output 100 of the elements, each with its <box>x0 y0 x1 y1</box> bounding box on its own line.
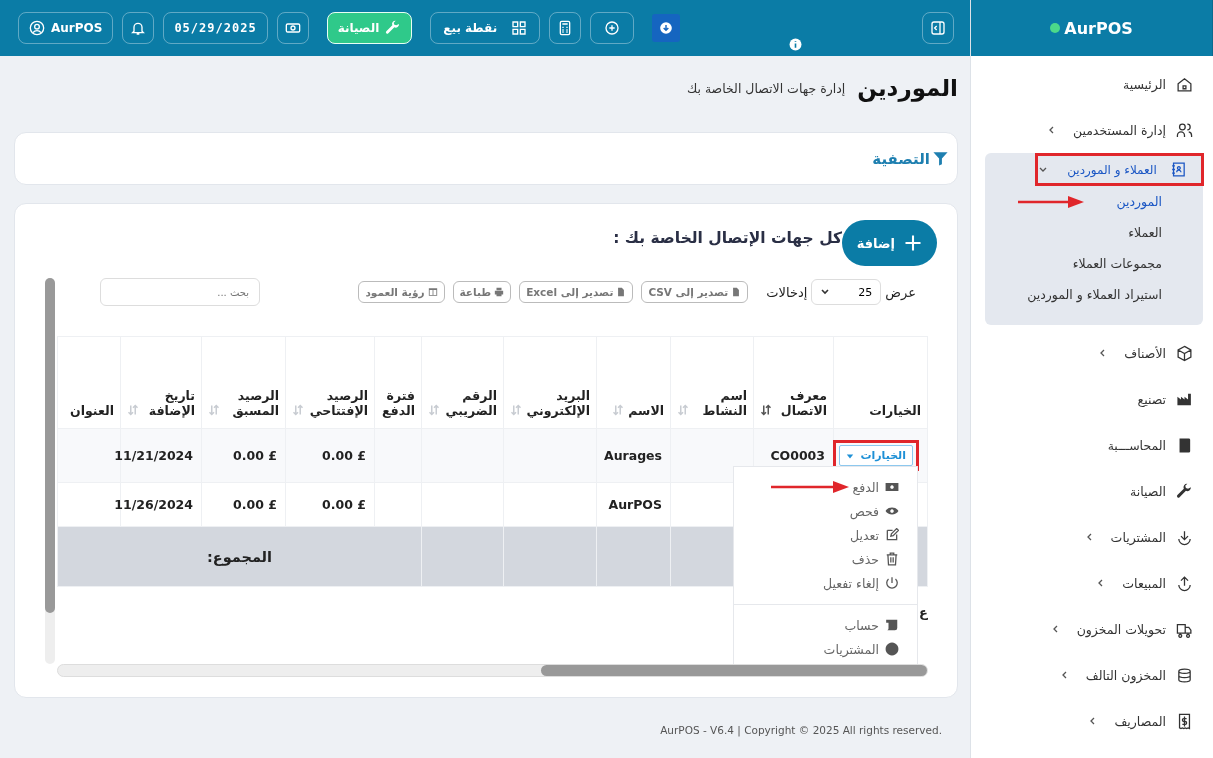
box-icon <box>1176 344 1193 362</box>
menu-item[interactable]: إلغاء تفعيل <box>822 575 899 591</box>
sidebar-item[interactable]: المحاســـبة <box>971 422 1213 468</box>
table-cell: 11/26/2024 <box>114 497 193 512</box>
submenu-item[interactable]: مجموعات العملاء <box>1072 256 1162 271</box>
table-cell: Aurages <box>603 448 662 463</box>
table-cell: AurPOS <box>608 497 662 512</box>
copyright-text: AurPOS - V6.4 | Copyright © 2025 All rights reserved. <box>660 724 942 736</box>
export-button[interactable]: تصدير إلى CSV <box>641 281 749 303</box>
column-header[interactable]: الرصيد الإفتتاحي <box>285 336 375 429</box>
column-header: العنوان <box>57 336 121 429</box>
filter-icon <box>932 150 949 167</box>
menu-item[interactable]: المشتريات <box>823 641 899 657</box>
sidebar-item[interactable]: المصاريف <box>971 698 1213 744</box>
menu-item[interactable]: حذف <box>851 551 899 567</box>
plus-circle-icon <box>604 20 621 36</box>
sidebar-item[interactable]: إدارة المستخدمين <box>971 107 1213 153</box>
column-header[interactable]: الرقم الضريبي <box>421 336 504 429</box>
column-header: الخيارات <box>833 336 928 429</box>
export-button[interactable]: تصدير إلى Excel <box>519 281 634 303</box>
sidebar-item[interactable]: تصنيع <box>971 376 1213 422</box>
menu-item[interactable]: تعديل <box>849 527 899 543</box>
submenu-item[interactable]: الموردين <box>1092 188 1162 215</box>
filter-toggle[interactable]: التصفية <box>872 149 949 168</box>
total-label: المجموع: <box>206 548 273 565</box>
column-header[interactable]: معرف الاتصال <box>753 336 834 429</box>
submenu-item[interactable]: العملاء <box>1128 225 1162 240</box>
sidebar-item[interactable]: الصيانة <box>971 468 1213 514</box>
sidebar-item[interactable]: المخزون التالف <box>971 652 1213 698</box>
wrench-icon <box>385 20 402 36</box>
caret-icon <box>846 451 855 460</box>
status-dot-icon <box>1050 23 1061 33</box>
brand-name: AurPOS <box>1064 18 1133 38</box>
calculator-button[interactable] <box>549 12 582 44</box>
home-icon <box>1176 75 1193 93</box>
download-button[interactable] <box>652 14 681 42</box>
sidebar-item[interactable]: تحويلات المخزون <box>971 606 1213 652</box>
sidebar-toggle-button[interactable] <box>922 12 954 44</box>
notification-button[interactable] <box>122 12 155 44</box>
grid-icon <box>511 20 528 36</box>
file-icon <box>616 287 627 297</box>
sidebar-item[interactable]: المبيعات <box>971 560 1213 606</box>
entries-label: ع <box>919 605 928 620</box>
column-header[interactable]: الرصيد المسبق <box>201 336 286 429</box>
column-header[interactable]: تاريخ الإضافة <box>120 336 202 429</box>
table-cell: 0.00 £ <box>322 448 366 463</box>
sidebar-item[interactable]: الأصناف <box>971 330 1213 376</box>
upload-icon <box>1176 574 1193 592</box>
entries-label: إدخالات <box>766 284 808 300</box>
column-header[interactable]: البريد الإلكتروني <box>503 336 597 429</box>
sort-icon <box>127 404 139 416</box>
user-icon <box>29 20 45 36</box>
add-button[interactable] <box>590 12 635 44</box>
sort-icon <box>292 404 304 416</box>
column-header[interactable]: الاسم <box>596 336 671 429</box>
table-cell: CO0003 <box>770 448 825 463</box>
bell-icon <box>130 20 147 36</box>
table-cell: 0.00 £ <box>322 497 366 512</box>
export-button[interactable]: رؤية العمود <box>358 281 445 303</box>
submenu-item[interactable]: استيراد العملاء و الموردين <box>1027 287 1162 302</box>
users-icon <box>1176 121 1193 139</box>
sidebar-item[interactable]: الرئيسية <box>971 61 1213 107</box>
sort-icon <box>428 404 440 416</box>
menu-item[interactable]: فحص <box>849 503 899 519</box>
cash-icon <box>284 20 301 36</box>
pos-button[interactable]: نقطة بيع <box>430 12 541 44</box>
sort-icon <box>677 404 689 416</box>
info-icon <box>789 38 802 51</box>
table-cell: 0.00 £ <box>233 448 277 463</box>
edit-icon <box>885 528 899 542</box>
vertical-scrollbar[interactable] <box>45 278 55 664</box>
table-cell: 11/21/2024 <box>114 448 193 463</box>
wrench-icon <box>1176 482 1193 500</box>
sidebar-item[interactable]: العملاء و الموردين <box>1038 156 1201 183</box>
sort-icon <box>760 404 772 416</box>
column-header[interactable]: اسم النشاط <box>670 336 754 429</box>
profile-button[interactable]: AurPOS <box>18 12 114 44</box>
card-title: كل جهات الإتصال الخاصة بك : <box>613 229 842 247</box>
sidebar-toggle-icon <box>930 20 946 36</box>
receipt-icon <box>1176 712 1193 730</box>
columns-icon <box>427 287 438 297</box>
column-header: فترة الدفع <box>374 336 422 429</box>
scroll-icon <box>885 618 899 632</box>
plus-icon <box>903 233 923 253</box>
search-field[interactable]: بحث ... <box>100 278 260 306</box>
page-title: الموردين <box>857 75 958 101</box>
show-label: عرض <box>885 284 916 300</box>
menu-item[interactable]: حساب <box>844 617 899 633</box>
export-button[interactable]: طباعة <box>452 281 512 303</box>
page-subtitle: إدارة جهات الاتصال الخاصة بك <box>686 80 846 96</box>
sort-icon <box>510 404 522 416</box>
sidebar-item[interactable]: المشتريات <box>971 514 1213 560</box>
add-contact-button[interactable]: إضافة <box>842 220 937 266</box>
horizontal-scrollbar[interactable] <box>57 664 928 677</box>
page-size-select[interactable]: 25 <box>811 279 882 305</box>
power-icon <box>885 576 899 590</box>
cash-button[interactable] <box>276 12 309 44</box>
menu-item[interactable]: الدفع <box>852 479 899 495</box>
date-display: 05/29/2025 <box>163 12 268 44</box>
cash-icon <box>885 480 899 494</box>
